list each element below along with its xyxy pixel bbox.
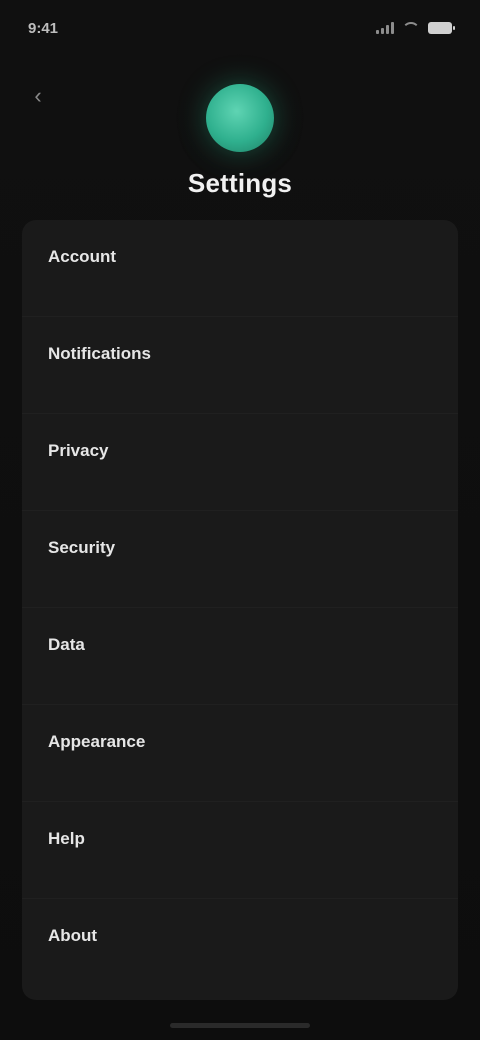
settings-item-title: Account: [48, 247, 116, 266]
settings-item-title: Appearance: [48, 732, 146, 751]
status-time: 9:41: [28, 19, 59, 37]
settings-item-title: Privacy: [48, 441, 109, 460]
app-screen: 9:41 ‹ Settings Account Notifications Pr…: [0, 0, 480, 1040]
status-right: [376, 22, 455, 34]
status-left: 9:41: [28, 20, 58, 37]
settings-item-help[interactable]: Help: [22, 802, 458, 899]
settings-item-title: About: [48, 926, 98, 945]
settings-item-account[interactable]: Account: [22, 220, 458, 317]
page-title: Settings: [187, 168, 293, 198]
settings-item-appearance[interactable]: Appearance: [22, 705, 458, 802]
wifi-icon: [402, 22, 420, 34]
settings-item-data[interactable]: Data: [22, 608, 458, 705]
app-logo: [206, 84, 274, 152]
back-button[interactable]: ‹: [26, 83, 50, 108]
settings-item-security[interactable]: Security: [22, 511, 458, 608]
battery-icon: [428, 22, 455, 34]
settings-item-title: Data: [48, 635, 85, 654]
settings-item-about[interactable]: About: [22, 899, 458, 996]
status-bar: 9:41: [28, 16, 455, 40]
settings-item-privacy[interactable]: Privacy: [22, 414, 458, 511]
settings-item-title: Notifications: [48, 344, 151, 363]
signal-icon: [376, 22, 394, 34]
chevron-left-icon: ‹: [34, 83, 42, 108]
settings-list: Account Notifications Privacy Security D…: [22, 220, 458, 1000]
home-indicator: [170, 1023, 310, 1028]
settings-item-title: Security: [48, 538, 116, 557]
settings-item-notifications[interactable]: Notifications: [22, 317, 458, 414]
settings-item-title: Help: [48, 829, 85, 848]
